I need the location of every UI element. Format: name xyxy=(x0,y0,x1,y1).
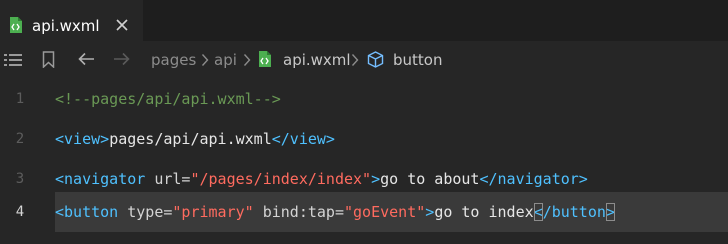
breadcrumb-item-pages[interactable]: pages xyxy=(151,51,196,69)
code-token: "goEvent" xyxy=(344,203,426,221)
code-token: pages/api/api.wxml xyxy=(109,130,272,148)
code-token: </view> xyxy=(271,130,335,148)
code-token: > xyxy=(605,203,615,221)
code-token: /button xyxy=(542,203,606,221)
code-token: <navigator xyxy=(55,170,146,188)
code-line-current[interactable]: 4 <button type="primary" bind:tap="goEve… xyxy=(0,192,728,232)
bookmark-icon[interactable] xyxy=(42,51,55,68)
code-token: <view> xyxy=(55,130,110,148)
back-arrow-icon[interactable] xyxy=(78,52,95,66)
code-token: type= xyxy=(118,203,173,221)
chevron-right-icon xyxy=(201,54,209,66)
breadcrumb-item-file[interactable]: api.wxml xyxy=(283,51,351,69)
chevron-right-icon xyxy=(351,54,359,66)
code-content[interactable]: <view>pages/api/api.wxml</view> xyxy=(55,119,335,159)
wxml-file-icon xyxy=(259,51,271,67)
code-token: <!--pages/api/api.wxml--> xyxy=(55,90,281,108)
code-token: > xyxy=(425,203,435,221)
code-token: </navigator> xyxy=(479,170,588,188)
code-editor[interactable]: 1 <!--pages/api/api.wxml--> 2 <view>page… xyxy=(0,79,728,244)
breadcrumb-item-api[interactable]: api xyxy=(214,51,237,69)
code-token: <button xyxy=(55,203,119,221)
chevron-right-icon xyxy=(243,54,251,66)
code-content[interactable]: <button type="primary" bind:tap="goEvent… xyxy=(55,192,615,232)
wxml-file-icon xyxy=(10,17,22,33)
code-editor-window: api.wxml pages api api.wxml button 1 <!-… xyxy=(0,0,728,244)
code-token: "primary" xyxy=(172,203,254,221)
code-token: < xyxy=(533,203,543,221)
code-token: > xyxy=(371,170,381,188)
breadcrumb-item-symbol[interactable]: button xyxy=(393,51,442,69)
close-icon[interactable] xyxy=(114,17,130,33)
code-content[interactable]: <!--pages/api/api.wxml--> xyxy=(55,79,281,119)
symbol-cube-icon xyxy=(367,51,384,68)
line-number: 2 xyxy=(15,131,25,147)
line-number: 4 xyxy=(15,204,25,220)
tab-api-wxml[interactable]: api.wxml xyxy=(0,0,143,41)
line-number: 1 xyxy=(15,91,25,107)
tab-bar: api.wxml xyxy=(0,0,728,41)
list-icon[interactable] xyxy=(4,53,22,67)
code-token: "/pages/index/index" xyxy=(190,170,372,188)
breadcrumb-bar: pages api api.wxml button xyxy=(0,41,728,79)
tab-label: api.wxml xyxy=(32,17,100,35)
code-token: go to index xyxy=(434,203,534,221)
code-token: go to about xyxy=(380,170,480,188)
code-line[interactable]: 1 <!--pages/api/api.wxml--> xyxy=(0,79,728,119)
code-token: url= xyxy=(145,170,191,188)
code-token: bind:tap= xyxy=(253,203,344,221)
forward-arrow-icon[interactable] xyxy=(113,52,130,66)
code-line[interactable]: 2 <view>pages/api/api.wxml</view> xyxy=(0,119,728,159)
